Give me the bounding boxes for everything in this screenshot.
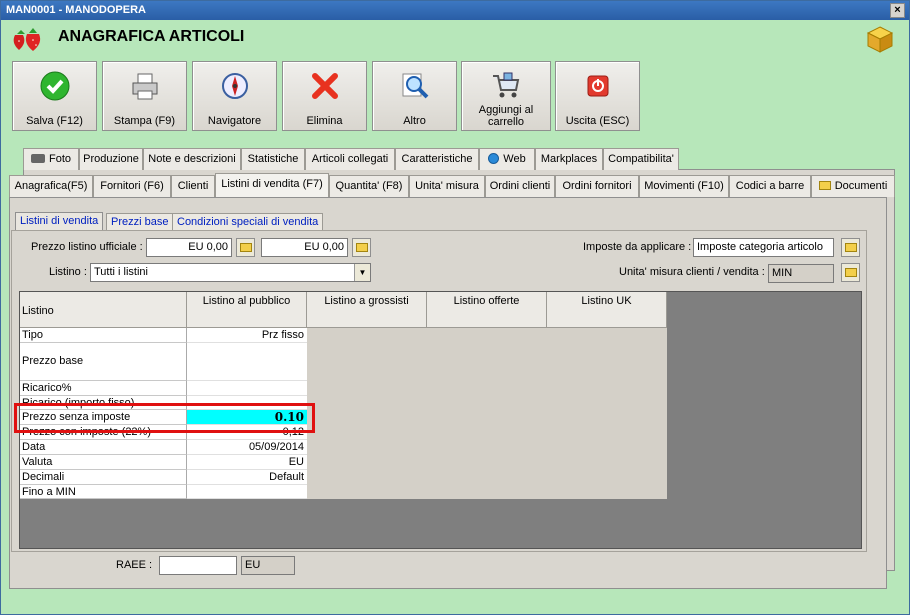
folder-icon: [845, 243, 857, 252]
tab-codici-barre[interactable]: Codici a barre: [729, 175, 811, 197]
tab-movimenti[interactable]: Movimenti (F10): [639, 175, 729, 197]
row-value[interactable]: 05/09/2014: [187, 440, 307, 455]
imposte-browse-button[interactable]: [841, 238, 860, 257]
row-value[interactable]: [187, 485, 307, 499]
save-label: Salva (F12): [26, 115, 83, 127]
folder-icon: [818, 181, 831, 190]
navigator-button[interactable]: Navigatore: [192, 61, 277, 131]
prezzo-listino-label: Prezzo listino ufficiale :: [31, 241, 143, 253]
tab-anagrafica[interactable]: Anagrafica(F5): [9, 175, 93, 197]
row-value[interactable]: EU: [187, 455, 307, 470]
tab-caratteristiche[interactable]: Caratteristiche: [395, 148, 479, 170]
imposte-label: Imposte da applicare :: [583, 241, 692, 253]
row-label: Valuta: [20, 455, 187, 470]
main-window: MAN0001 - MANODOPERA × ANAGRAFICA ARTICO…: [0, 0, 910, 615]
window-titlebar: MAN0001 - MANODOPERA ×: [1, 1, 909, 20]
um-label: Unita' misura clienti / vendita :: [619, 266, 765, 278]
delete-button[interactable]: Elimina: [282, 61, 367, 131]
row-value[interactable]: [187, 381, 307, 396]
row-value[interactable]: [187, 343, 307, 381]
tab-web[interactable]: Web: [479, 148, 535, 170]
row-label: Prezzo base: [20, 343, 187, 381]
prezzo-listino-field[interactable]: EU 0,00: [146, 238, 232, 257]
magnifier-icon: [402, 73, 428, 99]
subtab-condizioni-speciali[interactable]: Condizioni speciali di vendita: [172, 213, 324, 231]
check-icon: [40, 71, 69, 101]
print-label: Stampa (F9): [113, 115, 176, 127]
listino-select[interactable]: Tutti i listini ▼: [90, 263, 371, 282]
more-button[interactable]: Altro: [372, 61, 457, 131]
close-button[interactable]: ×: [890, 3, 905, 18]
tab-quantita[interactable]: Quantita' (F8): [329, 175, 409, 197]
exit-label: Uscita (ESC): [565, 115, 630, 127]
listino-label: Listino :: [49, 266, 87, 278]
folder-icon: [845, 268, 857, 277]
um-browse-button[interactable]: [841, 263, 860, 282]
column-header[interactable]: Listino offerte: [427, 292, 547, 328]
tab-produzione[interactable]: Produzione: [79, 148, 143, 170]
column-header[interactable]: Listino a grossisti: [307, 292, 427, 328]
cube-icon[interactable]: [865, 24, 895, 54]
app-title: ANAGRAFICA ARTICOLI: [58, 28, 245, 45]
tab-note[interactable]: Note e descrizioni: [143, 148, 241, 170]
add-to-cart-label: Aggiungi al carrello: [478, 104, 534, 128]
subtab-listini-vendita[interactable]: Listini di vendita: [15, 212, 104, 231]
tab-ordini-fornitori[interactable]: Ordini fornitori: [555, 175, 639, 197]
tab-foto[interactable]: Foto: [23, 148, 79, 170]
listino-select-value: Tutti i listini: [94, 266, 148, 278]
printer-icon: [132, 73, 157, 100]
tab-fornitori[interactable]: Fornitori (F6): [93, 175, 171, 197]
um-field: MIN: [768, 264, 834, 283]
row-label: Fino a MIN: [20, 485, 187, 499]
tab-markplaces[interactable]: Markplaces: [535, 148, 603, 170]
raee-label: RAEE :: [116, 559, 153, 571]
row-value[interactable]: Default: [187, 470, 307, 485]
more-label: Altro: [403, 115, 426, 127]
window-title: MAN0001 - MANODOPERA: [6, 4, 146, 16]
prezzo-listino-browse-button[interactable]: [236, 238, 255, 257]
column-header[interactable]: Listino UK: [547, 292, 667, 328]
strawberry-logo-icon: [13, 28, 41, 51]
subtab-prezzi-base[interactable]: Prezzi base: [106, 213, 174, 231]
globe-icon: [488, 153, 500, 164]
add-to-cart-button[interactable]: Aggiungi al carrello: [461, 61, 551, 131]
exit-button[interactable]: Uscita (ESC): [555, 61, 640, 131]
tab-statistiche[interactable]: Statistiche: [241, 148, 305, 170]
delete-x-icon: [311, 73, 338, 99]
row-label: Ricarico%: [20, 381, 187, 396]
chevron-down-icon[interactable]: ▼: [354, 264, 370, 281]
navigator-label: Navigatore: [207, 115, 262, 127]
save-button[interactable]: Salva (F12): [12, 61, 97, 131]
prezzo-listino-browse-button-2[interactable]: [352, 238, 371, 257]
row-label: Decimali: [20, 470, 187, 485]
prezzo-listino-field-2[interactable]: EU 0,00: [261, 238, 348, 257]
folder-icon: [240, 243, 252, 252]
row-value[interactable]: Prz fisso: [187, 328, 307, 343]
grid-corner-header: Listino: [20, 292, 187, 328]
imposte-field[interactable]: Imposte categoria articolo: [693, 238, 834, 257]
tab-articoli-collegati[interactable]: Articoli collegati: [305, 148, 395, 170]
exit-icon: [587, 75, 608, 97]
raee-field[interactable]: [159, 556, 237, 575]
camera-icon: [30, 154, 45, 163]
column-header[interactable]: Listino al pubblico: [187, 292, 307, 328]
raee-unit: EU: [241, 556, 295, 575]
row-label: Tipo: [20, 328, 187, 343]
app-header: ANAGRAFICA ARTICOLI: [1, 21, 909, 57]
print-button[interactable]: Stampa (F9): [102, 61, 187, 131]
compass-icon: [221, 73, 248, 99]
tab-listini-vendita[interactable]: Listini di vendita (F7): [215, 173, 329, 197]
tab-ordini-clienti[interactable]: Ordini clienti: [485, 175, 555, 197]
row-label: Data: [20, 440, 187, 455]
tab-documenti[interactable]: Documenti: [811, 175, 895, 197]
annotation-highlight-box: [14, 403, 315, 433]
tab-unita-misura[interactable]: Unita' misura: [409, 175, 485, 197]
folder-icon: [356, 243, 368, 252]
tab-clienti[interactable]: Clienti: [171, 175, 215, 197]
tab-compatibilita[interactable]: Compatibilita': [603, 148, 679, 170]
delete-label: Elimina: [306, 115, 343, 127]
grid-empty-area: [307, 328, 667, 499]
cart-icon: [493, 72, 520, 98]
